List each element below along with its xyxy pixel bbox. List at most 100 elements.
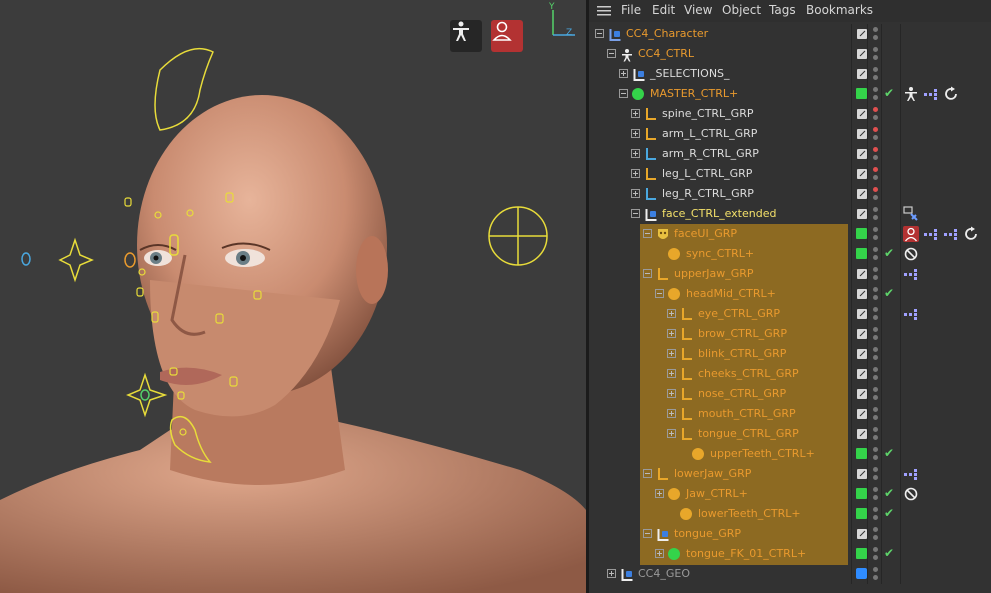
edit-toggle-icon[interactable] — [857, 369, 867, 379]
visibility-dots[interactable] — [873, 186, 878, 202]
collapse-toggle[interactable] — [643, 529, 652, 538]
visibility-render-dot[interactable] — [873, 295, 878, 300]
visibility-render-dot[interactable] — [873, 515, 878, 520]
visibility-dots[interactable] — [873, 526, 878, 542]
red-figure-tag-icon[interactable] — [903, 226, 919, 242]
visibility-dots[interactable] — [873, 286, 878, 302]
visibility-render-dot[interactable] — [873, 55, 878, 60]
pin-tag-icon[interactable] — [903, 206, 919, 222]
visibility-dots[interactable] — [873, 126, 878, 142]
dots-tag-icon[interactable] — [903, 466, 919, 482]
visibility-editor-dot[interactable] — [873, 327, 878, 332]
dots-tag-icon[interactable] — [943, 226, 959, 242]
expand-toggle[interactable] — [631, 169, 640, 178]
edit-toggle-icon[interactable] — [857, 109, 867, 119]
visibility-dots[interactable] — [873, 66, 878, 82]
expand-toggle[interactable] — [667, 309, 676, 318]
tree-row[interactable]: _SELECTIONS_ — [589, 64, 991, 84]
expand-toggle[interactable] — [667, 329, 676, 338]
visibility-editor-dot[interactable] — [873, 127, 878, 132]
dots-tag-icon[interactable] — [923, 226, 939, 242]
visibility-dots[interactable] — [873, 426, 878, 442]
edit-toggle-icon[interactable] — [857, 409, 867, 419]
visibility-editor-dot[interactable] — [873, 307, 878, 312]
visibility-dots[interactable] — [873, 246, 878, 262]
tree-row[interactable]: sync_CTRL+ ✔ — [589, 244, 991, 264]
tree-row[interactable]: upperJaw_GRP — [589, 264, 991, 284]
enabled-check-icon[interactable]: ✔ — [884, 87, 897, 100]
display-color-swatch[interactable] — [856, 228, 867, 239]
visibility-dots[interactable] — [873, 546, 878, 562]
expand-toggle[interactable] — [631, 109, 640, 118]
character-button[interactable] — [491, 20, 523, 52]
visibility-dots[interactable] — [873, 306, 878, 322]
edit-toggle-icon[interactable] — [857, 289, 867, 299]
menu-edit[interactable]: Edit — [652, 3, 675, 17]
expand-toggle[interactable] — [631, 149, 640, 158]
tree-row[interactable]: leg_L_CTRL_GRP — [589, 164, 991, 184]
edit-toggle-icon[interactable] — [857, 49, 867, 59]
edit-toggle-icon[interactable] — [857, 169, 867, 179]
tree-row[interactable]: upperTeeth_CTRL+ ✔ — [589, 444, 991, 464]
visibility-editor-dot[interactable] — [873, 207, 878, 212]
dots-tag-icon[interactable] — [903, 306, 919, 322]
visibility-dots[interactable] — [873, 46, 878, 62]
dots-tag-icon[interactable] — [903, 266, 919, 282]
rotate-tag-icon[interactable] — [963, 226, 979, 242]
visibility-render-dot[interactable] — [873, 315, 878, 320]
visibility-render-dot[interactable] — [873, 235, 878, 240]
tree-row[interactable]: eye_CTRL_GRP — [589, 304, 991, 324]
display-color-swatch[interactable] — [856, 508, 867, 519]
tree-row[interactable]: mouth_CTRL_GRP — [589, 404, 991, 424]
enabled-check-icon[interactable]: ✔ — [884, 487, 897, 500]
visibility-editor-dot[interactable] — [873, 27, 878, 32]
edit-toggle-icon[interactable] — [857, 129, 867, 139]
menu-view[interactable]: View — [684, 3, 712, 17]
visibility-render-dot[interactable] — [873, 555, 878, 560]
visibility-editor-dot[interactable] — [873, 407, 878, 412]
tree-row[interactable]: lowerJaw_GRP — [589, 464, 991, 484]
edit-toggle-icon[interactable] — [857, 149, 867, 159]
edit-toggle-icon[interactable] — [857, 69, 867, 79]
visibility-render-dot[interactable] — [873, 115, 878, 120]
visibility-dots[interactable] — [873, 266, 878, 282]
tree-row[interactable]: tongue_FK_01_CTRL+ ✔ — [589, 544, 991, 564]
edit-toggle-icon[interactable] — [857, 269, 867, 279]
collapse-toggle[interactable] — [643, 229, 652, 238]
visibility-dots[interactable] — [873, 446, 878, 462]
visibility-editor-dot[interactable] — [873, 367, 878, 372]
edit-toggle-icon[interactable] — [857, 349, 867, 359]
edit-toggle-icon[interactable] — [857, 309, 867, 319]
display-color-swatch[interactable] — [856, 88, 867, 99]
edit-toggle-icon[interactable] — [857, 189, 867, 199]
rotate-tag-icon[interactable] — [943, 86, 959, 102]
visibility-render-dot[interactable] — [873, 495, 878, 500]
visibility-editor-dot[interactable] — [873, 267, 878, 272]
lock-icon[interactable] — [856, 568, 867, 579]
collapse-toggle[interactable] — [619, 89, 628, 98]
collapse-toggle[interactable] — [607, 49, 616, 58]
visibility-editor-dot[interactable] — [873, 427, 878, 432]
edit-toggle-icon[interactable] — [857, 389, 867, 399]
visibility-render-dot[interactable] — [873, 155, 878, 160]
visibility-editor-dot[interactable] — [873, 107, 878, 112]
enabled-check-icon[interactable]: ✔ — [884, 547, 897, 560]
enabled-check-icon[interactable]: ✔ — [884, 287, 897, 300]
expand-toggle[interactable] — [667, 389, 676, 398]
visibility-render-dot[interactable] — [873, 575, 878, 580]
tree-row[interactable]: lowerTeeth_CTRL+ ✔ — [589, 504, 991, 524]
visibility-render-dot[interactable] — [873, 475, 878, 480]
visibility-editor-dot[interactable] — [873, 187, 878, 192]
visibility-dots[interactable] — [873, 106, 878, 122]
edit-toggle-icon[interactable] — [857, 429, 867, 439]
expand-toggle[interactable] — [667, 429, 676, 438]
figure-tag-icon[interactable] — [903, 86, 919, 102]
expand-toggle[interactable] — [607, 569, 616, 578]
enabled-check-icon[interactable]: ✔ — [884, 507, 897, 520]
expand-toggle[interactable] — [667, 349, 676, 358]
visibility-render-dot[interactable] — [873, 135, 878, 140]
visibility-editor-dot[interactable] — [873, 167, 878, 172]
visibility-render-dot[interactable] — [873, 415, 878, 420]
visibility-editor-dot[interactable] — [873, 527, 878, 532]
visibility-editor-dot[interactable] — [873, 287, 878, 292]
